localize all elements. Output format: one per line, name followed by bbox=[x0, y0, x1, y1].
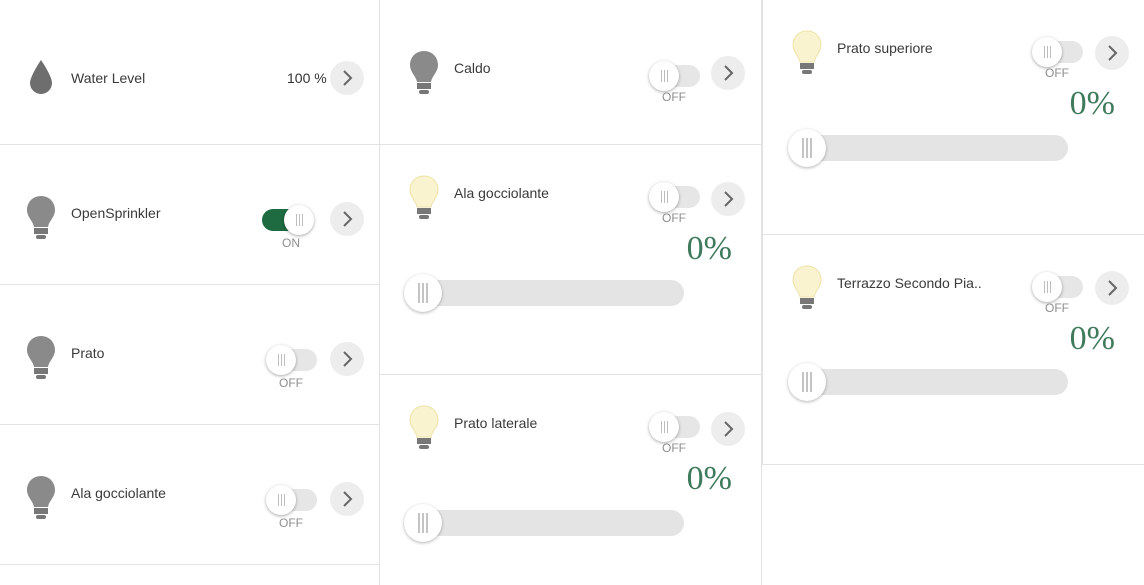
prato-card: Prato OFF bbox=[0, 285, 379, 425]
prato-superiore-title: Prato superiore bbox=[837, 40, 933, 56]
water-level-details-button[interactable] bbox=[330, 61, 364, 95]
terrazzo-secondo-piano-percent: 0% bbox=[1069, 320, 1115, 357]
prato-superiore-state-label: OFF bbox=[1045, 66, 1069, 80]
prato-laterale-state-label: OFF bbox=[662, 441, 686, 455]
slider-handle[interactable] bbox=[404, 504, 442, 542]
water-level-value: 100 % bbox=[287, 70, 327, 86]
light-bulb-icon bbox=[27, 336, 55, 379]
water-level-title: Water Level bbox=[71, 70, 146, 86]
opensprinkler-toggle[interactable] bbox=[262, 205, 314, 235]
prato-superiore-details-button[interactable] bbox=[1095, 36, 1129, 70]
ala-gocciolante-dimmer-details-button[interactable] bbox=[711, 182, 745, 216]
prato-state-label: OFF bbox=[279, 376, 303, 390]
terrazzo-secondo-piano-details-button[interactable] bbox=[1095, 271, 1129, 305]
water-level-card: Water Level 100 % bbox=[0, 0, 379, 145]
terrazzo-secondo-piano-title: Terrazzo Secondo Pia.. bbox=[837, 275, 982, 291]
light-bulb-icon bbox=[792, 265, 822, 309]
caldo-state-label: OFF bbox=[662, 90, 686, 104]
light-bulb-icon bbox=[410, 51, 438, 94]
ala-gocciolante-dimmer-slider[interactable] bbox=[404, 274, 684, 312]
toggle-knob bbox=[284, 205, 314, 235]
ala-gocciolante-dimmer-card: Ala gocciolante OFF 0% bbox=[380, 145, 762, 375]
chevron-right-icon bbox=[1108, 45, 1118, 61]
slider-handle[interactable] bbox=[404, 274, 442, 312]
terrazzo-secondo-piano-card: Terrazzo Secondo Pia.. OFF 0% bbox=[763, 235, 1144, 464]
ala-gocciolante-state-label: OFF bbox=[279, 516, 303, 530]
caldo-card: Caldo OFF bbox=[380, 0, 762, 145]
opensprinkler-state-label: ON bbox=[282, 236, 300, 250]
slider-handle[interactable] bbox=[788, 363, 826, 401]
device-column-2: Caldo OFF Ala gocciolante OFF 0% Prato l… bbox=[380, 0, 762, 585]
ala-gocciolante-toggle[interactable] bbox=[266, 485, 317, 515]
caldo-details-button[interactable] bbox=[711, 56, 745, 90]
prato-superiore-toggle[interactable] bbox=[1032, 37, 1083, 67]
caldo-toggle[interactable] bbox=[649, 61, 700, 91]
light-bulb-icon bbox=[27, 476, 55, 519]
prato-superiore-card: Prato superiore OFF 0% bbox=[763, 0, 1144, 235]
toggle-knob bbox=[266, 345, 296, 375]
light-bulb-icon bbox=[409, 175, 439, 219]
ala-gocciolante-dimmer-toggle[interactable] bbox=[649, 182, 700, 212]
terrazzo-secondo-piano-state-label: OFF bbox=[1045, 301, 1069, 315]
prato-laterale-details-button[interactable] bbox=[711, 412, 745, 446]
water-drop-icon bbox=[30, 60, 52, 94]
device-column-3: Prato superiore OFF 0% Terrazzo Secondo … bbox=[762, 0, 1144, 465]
device-column-1: Water Level 100 % OpenSprinkler ON Prato bbox=[0, 0, 380, 585]
chevron-right-icon bbox=[724, 191, 734, 207]
opensprinkler-details-button[interactable] bbox=[330, 202, 364, 236]
ala-gocciolante-details-button[interactable] bbox=[330, 482, 364, 516]
ala-gocciolante-dimmer-percent: 0% bbox=[686, 230, 732, 267]
prato-title: Prato bbox=[71, 345, 105, 361]
toggle-knob bbox=[1032, 272, 1062, 302]
toggle-knob bbox=[649, 61, 679, 91]
prato-laterale-slider[interactable] bbox=[404, 504, 684, 542]
ala-gocciolante-title: Ala gocciolante bbox=[71, 485, 166, 501]
opensprinkler-card: OpenSprinkler ON bbox=[0, 145, 379, 285]
prato-toggle[interactable] bbox=[266, 345, 317, 375]
slider-handle[interactable] bbox=[788, 129, 826, 167]
light-bulb-icon bbox=[792, 30, 822, 74]
toggle-knob bbox=[266, 485, 296, 515]
toggle-knob bbox=[1032, 37, 1062, 67]
chevron-right-icon bbox=[343, 351, 353, 367]
chevron-right-icon bbox=[343, 491, 353, 507]
ala-gocciolante-dimmer-state-label: OFF bbox=[662, 211, 686, 225]
chevron-right-icon bbox=[1108, 280, 1118, 296]
light-bulb-icon bbox=[409, 405, 439, 449]
chevron-right-icon bbox=[343, 70, 353, 86]
terrazzo-secondo-piano-slider[interactable] bbox=[788, 363, 1068, 401]
terrazzo-secondo-piano-toggle[interactable] bbox=[1032, 272, 1083, 302]
toggle-knob bbox=[649, 182, 679, 212]
prato-laterale-card: Prato laterale OFF 0% bbox=[380, 375, 762, 585]
ala-gocciolante-card: Ala gocciolante OFF bbox=[0, 425, 379, 565]
chevron-right-icon bbox=[343, 211, 353, 227]
chevron-right-icon bbox=[724, 421, 734, 437]
prato-laterale-percent: 0% bbox=[686, 460, 732, 497]
prato-superiore-percent: 0% bbox=[1069, 85, 1115, 122]
prato-superiore-slider[interactable] bbox=[788, 129, 1068, 167]
prato-laterale-title: Prato laterale bbox=[454, 415, 538, 431]
caldo-title: Caldo bbox=[454, 60, 491, 76]
toggle-knob bbox=[649, 412, 679, 442]
light-bulb-icon bbox=[27, 196, 55, 239]
chevron-right-icon bbox=[724, 65, 734, 81]
ala-gocciolante-dimmer-title: Ala gocciolante bbox=[454, 185, 549, 201]
prato-details-button[interactable] bbox=[330, 342, 364, 376]
opensprinkler-title: OpenSprinkler bbox=[71, 205, 161, 221]
prato-laterale-toggle[interactable] bbox=[649, 412, 700, 442]
